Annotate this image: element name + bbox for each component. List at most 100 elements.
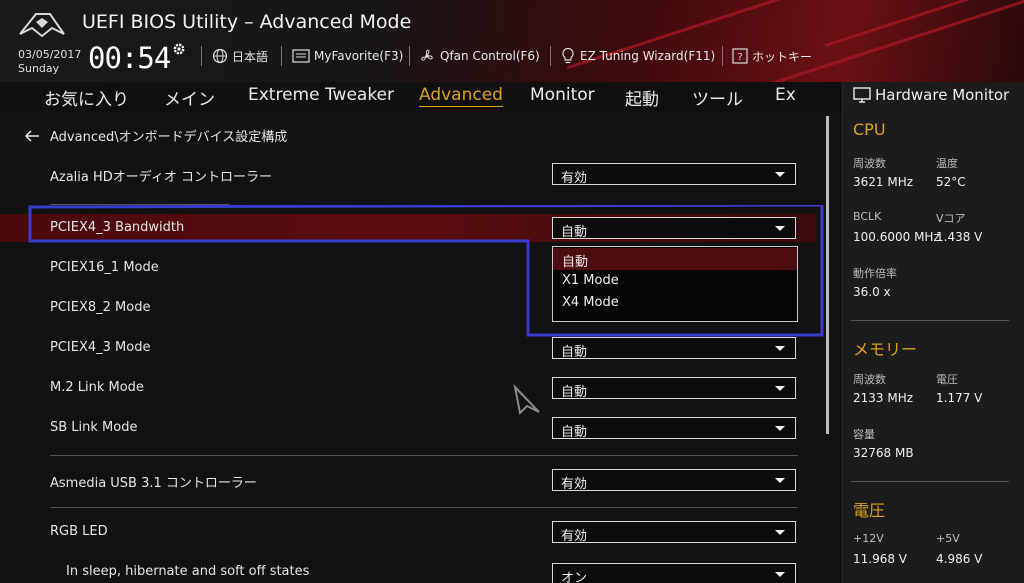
setting-row-rgb-led[interactable]: RGB LED 有効 (0, 518, 816, 546)
row-divider (50, 455, 798, 456)
monitor-icon (853, 87, 871, 103)
setting-row-m2-link-mode[interactable]: M.2 Link Mode 自動 (0, 374, 816, 402)
gear-icon[interactable] (171, 41, 187, 57)
myfavorite-label: MyFavorite(F3) (314, 49, 404, 63)
azalia-hd-audio-select[interactable]: 有効 (552, 163, 796, 186)
tab-tool[interactable]: ツール (692, 85, 743, 110)
tab-boot[interactable]: 起動 (625, 85, 659, 110)
mem-cap-label: 容量 (853, 428, 875, 441)
memory-heading: メモリー (853, 340, 918, 359)
scrollbar[interactable] (826, 116, 829, 434)
tab-main[interactable]: メイン (164, 85, 215, 110)
v5-value: 4.986 V (936, 552, 983, 566)
dropdown-option-x1-mode[interactable]: X1 Mode (553, 270, 797, 292)
hardware-monitor-title: Hardware Monitor (853, 86, 1009, 104)
mouse-pointer-icon (513, 384, 540, 416)
cpu-freq-label: 周波数 (853, 157, 886, 170)
tab-monitor[interactable]: Monitor (530, 85, 595, 105)
header-divider (409, 46, 410, 66)
clock: 00:54 (88, 41, 171, 75)
weekday: Sunday (18, 62, 60, 75)
globe-icon (212, 48, 228, 64)
vcore-value: 1.438 V (936, 230, 983, 244)
setting-label: PCIEX4_3 Bandwidth (50, 220, 185, 235)
select-value: 有効 (561, 171, 588, 186)
caret-down-icon (775, 346, 785, 351)
tab-advanced[interactable]: Advanced (419, 85, 503, 107)
setting-label: RGB LED (50, 524, 108, 539)
rgb-led-select[interactable]: 有効 (552, 521, 796, 544)
setting-label: In sleep, hibernate and soft off states (66, 564, 310, 579)
rog-logo-icon (19, 13, 65, 38)
select-value: 有効 (561, 477, 588, 492)
select-value: オン (561, 571, 588, 583)
tab-exit[interactable]: Ex (775, 85, 796, 105)
setting-label: Azalia HDオーディオ コントローラー (50, 170, 273, 185)
mem-freq-value: 2133 MHz (853, 391, 914, 405)
dropdown-option-auto[interactable]: 自動 (553, 248, 797, 270)
tab-favorites[interactable]: お気に入り (44, 85, 129, 110)
app-title: UEFI BIOS Utility – Advanced Mode (82, 11, 412, 33)
date-display: 03/05/2017 Sunday (18, 48, 81, 76)
setting-row-pciex4-3-bandwidth[interactable]: PCIEX4_3 Bandwidth 自動 (0, 214, 816, 242)
ez-tuning-label: EZ Tuning Wizard(F11) (580, 49, 716, 63)
setting-row-sb-link-mode[interactable]: SB Link Mode 自動 (0, 414, 816, 442)
header-decoration (707, 0, 1024, 82)
cpu-freq-value: 3621 MHz (853, 175, 914, 189)
v5-label: +5V (936, 532, 960, 545)
option-label: X4 Mode (562, 295, 619, 310)
svg-text:?: ? (737, 52, 742, 63)
setting-row-asmedia-usb31[interactable]: Asmedia USB 3.1 コントローラー 有効 (0, 466, 816, 494)
date: 03/05/2017 (18, 48, 82, 61)
sleep-states-select[interactable]: オン (552, 563, 796, 583)
option-label: 自動 (562, 255, 589, 270)
qfan-label: Qfan Control(F6) (440, 49, 540, 63)
cpu-temp-value: 52°C (936, 175, 966, 189)
pciex4-3-mode-select[interactable]: 自動 (552, 337, 796, 360)
sb-link-mode-select[interactable]: 自動 (552, 417, 796, 440)
cpu-heading: CPU (853, 120, 886, 139)
hotkeys-button[interactable]: ? ホットキー (732, 46, 812, 66)
setting-label: M.2 Link Mode (50, 380, 144, 395)
breadcrumb: Advanced\オンボードデバイス設定構成 (24, 126, 287, 145)
main-tabs: お気に入り メイン Extreme Tweaker Advanced Monit… (0, 82, 842, 112)
select-value: 自動 (561, 345, 588, 360)
hw-title-text: Hardware Monitor (875, 86, 1010, 104)
setting-row-sleep-states[interactable]: In sleep, hibernate and soft off states … (0, 558, 816, 583)
hardware-monitor-panel: Hardware Monitor CPU 周波数 温度 3621 MHz 52°… (842, 82, 1024, 583)
tab-extreme-tweaker[interactable]: Extreme Tweaker (248, 85, 394, 105)
bclk-value: 100.6000 MHz (853, 230, 940, 244)
dropdown-option-x4-mode[interactable]: X4 Mode (553, 292, 797, 314)
pciex4-3-bandwidth-select[interactable]: 自動 (552, 217, 796, 240)
cpu-temp-label: 温度 (936, 157, 958, 170)
caret-down-icon (775, 478, 785, 483)
hw-divider (851, 320, 1009, 321)
select-value: 自動 (561, 385, 588, 400)
back-arrow-icon[interactable] (24, 129, 40, 142)
setting-label: PCIEX8_2 Mode (50, 300, 151, 315)
caret-down-icon (775, 530, 785, 535)
header-divider (722, 46, 723, 66)
v12-label: +12V (853, 532, 884, 545)
header-divider (550, 46, 551, 66)
asmedia-usb31-select[interactable]: 有効 (552, 469, 796, 492)
favorite-list-icon (292, 49, 310, 63)
caret-down-icon (775, 572, 785, 577)
setting-row-azalia-hd-audio[interactable]: Azalia HDオーディオ コントローラー 有効 (0, 160, 816, 188)
select-value: 自動 (561, 225, 588, 240)
caret-down-icon (775, 426, 785, 431)
qfan-control-button[interactable]: Qfan Control(F6) (418, 46, 540, 66)
myfavorite-button[interactable]: MyFavorite(F3) (292, 46, 403, 66)
language-label: 日本語 (232, 49, 269, 64)
mem-cap-value: 32768 MB (853, 446, 914, 460)
setting-row-pciex4-3-mode[interactable]: PCIEX4_3 Mode 自動 (0, 334, 816, 362)
lightbulb-icon (562, 47, 574, 64)
ez-tuning-wizard-button[interactable]: EZ Tuning Wizard(F11) (560, 46, 715, 66)
m2-link-mode-select[interactable]: 自動 (552, 377, 796, 400)
v12-value: 11.968 V (853, 552, 908, 566)
bclk-label: BCLK (853, 210, 882, 223)
ratio-label: 動作倍率 (853, 267, 897, 280)
select-value: 自動 (561, 425, 588, 440)
language-button[interactable]: 日本語 (212, 46, 268, 66)
row-divider (50, 204, 230, 205)
